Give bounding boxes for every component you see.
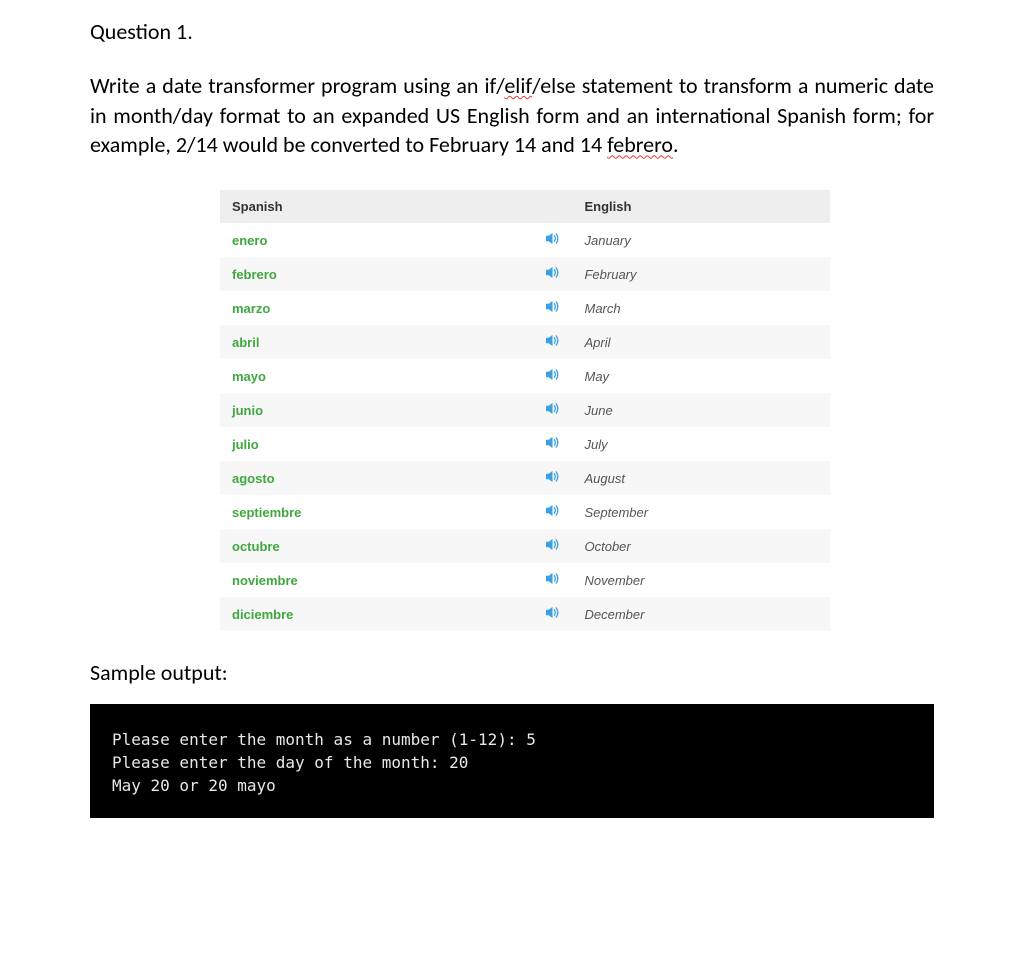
speaker-icon[interactable]	[545, 368, 560, 381]
audio-cell	[533, 563, 572, 597]
body-text-1: Write a date transformer program using a…	[90, 72, 504, 99]
squiggle-febrero: febrero	[607, 131, 673, 158]
english-month: March	[572, 291, 830, 325]
months-table: Spanish English enero January febrero Febru…	[220, 190, 830, 631]
table-row: octubre October	[220, 529, 830, 563]
audio-cell	[533, 359, 572, 393]
audio-cell	[533, 257, 572, 291]
english-month: October	[572, 529, 830, 563]
table-row: agosto August	[220, 461, 830, 495]
sample-output-label: Sample output:	[90, 659, 934, 686]
months-table-header-row: Spanish English	[220, 190, 830, 223]
table-row: junio June	[220, 393, 830, 427]
table-row: enero January	[220, 223, 830, 257]
table-row: julio July	[220, 427, 830, 461]
english-month: December	[572, 597, 830, 631]
english-month: January	[572, 223, 830, 257]
audio-cell	[533, 393, 572, 427]
spanish-month: agosto	[220, 461, 533, 495]
spanish-month: junio	[220, 393, 533, 427]
spanish-month: febrero	[220, 257, 533, 291]
spanish-month: enero	[220, 223, 533, 257]
audio-cell	[533, 461, 572, 495]
spanish-month: marzo	[220, 291, 533, 325]
spanish-month: octubre	[220, 529, 533, 563]
table-row: febrero February	[220, 257, 830, 291]
english-month: July	[572, 427, 830, 461]
question-title: Question 1.	[90, 18, 934, 45]
table-row: noviembre November	[220, 563, 830, 597]
speaker-icon[interactable]	[545, 300, 560, 313]
audio-cell	[533, 291, 572, 325]
audio-cell	[533, 495, 572, 529]
spanish-month: diciembre	[220, 597, 533, 631]
table-row: septiembre September	[220, 495, 830, 529]
table-row: abril April	[220, 325, 830, 359]
english-month: August	[572, 461, 830, 495]
english-month: April	[572, 325, 830, 359]
table-row: diciembre December	[220, 597, 830, 631]
spanish-month: septiembre	[220, 495, 533, 529]
speaker-icon[interactable]	[545, 402, 560, 415]
body-text-3: .	[673, 131, 679, 158]
spanish-month: noviembre	[220, 563, 533, 597]
speaker-icon[interactable]	[545, 538, 560, 551]
header-spanish: Spanish	[220, 190, 533, 223]
header-english: English	[572, 190, 830, 223]
audio-cell	[533, 223, 572, 257]
squiggle-elif: elif	[504, 72, 532, 99]
table-row: marzo March	[220, 291, 830, 325]
speaker-icon[interactable]	[545, 436, 560, 449]
document-page: Question 1. Write a date transformer pro…	[0, 0, 1024, 970]
speaker-icon[interactable]	[545, 266, 560, 279]
months-table-body: eneroJanuaryfebreroFebruarymarzoMarchabr…	[220, 223, 830, 631]
speaker-icon[interactable]	[545, 232, 560, 245]
spanish-month: mayo	[220, 359, 533, 393]
question-body: Write a date transformer program using a…	[90, 71, 934, 160]
header-audio-spacer	[533, 190, 572, 223]
audio-cell	[533, 529, 572, 563]
spanish-month: abril	[220, 325, 533, 359]
speaker-icon[interactable]	[545, 606, 560, 619]
audio-cell	[533, 597, 572, 631]
english-month: May	[572, 359, 830, 393]
speaker-icon[interactable]	[545, 504, 560, 517]
spanish-month: julio	[220, 427, 533, 461]
speaker-icon[interactable]	[545, 572, 560, 585]
english-month: September	[572, 495, 830, 529]
audio-cell	[533, 427, 572, 461]
speaker-icon[interactable]	[545, 470, 560, 483]
table-row: mayo May	[220, 359, 830, 393]
english-month: November	[572, 563, 830, 597]
english-month: June	[572, 393, 830, 427]
english-month: February	[572, 257, 830, 291]
terminal-output: Please enter the month as a number (1-12…	[90, 704, 934, 818]
speaker-icon[interactable]	[545, 334, 560, 347]
audio-cell	[533, 325, 572, 359]
